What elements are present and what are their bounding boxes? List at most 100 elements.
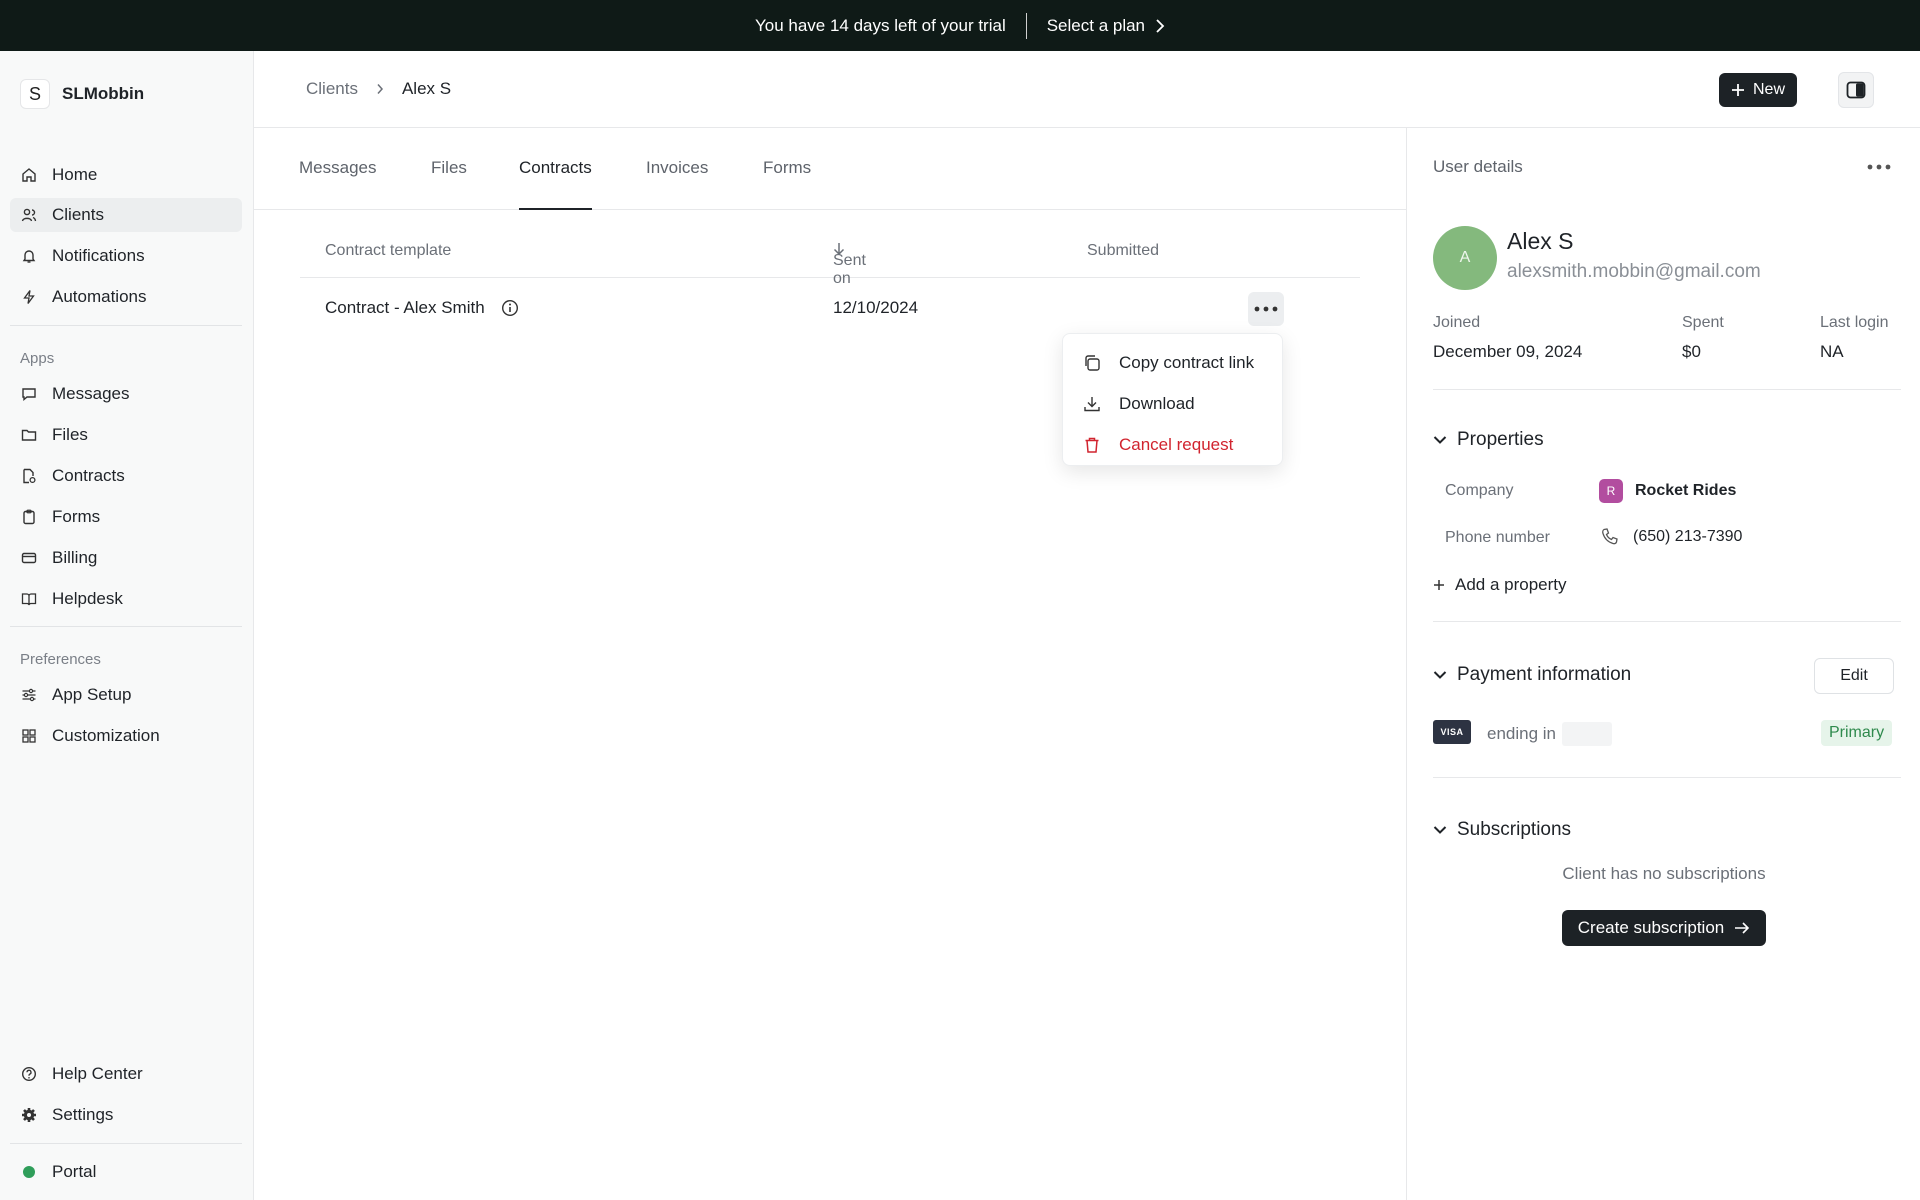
breadcrumb-current: Alex S	[401, 79, 452, 98]
cancel-request-menu-item[interactable]: Cancel request	[1063, 424, 1282, 465]
subscriptions-section-toggle[interactable]: Subscriptions	[1433, 819, 1571, 841]
sidebar-item-label: Portal	[52, 1162, 97, 1181]
info-icon[interactable]	[501, 299, 519, 317]
sidebar-item-forms[interactable]: Forms	[10, 500, 242, 534]
users-icon	[20, 206, 38, 224]
copy-contract-link-label: Copy contract link	[1119, 352, 1255, 372]
download-menu-item[interactable]: Download	[1063, 383, 1282, 424]
select-plan-label: Select a plan	[1046, 15, 1146, 35]
brand[interactable]: S SLMobbin	[20, 79, 144, 109]
bell-icon	[20, 247, 38, 265]
card-icon	[20, 549, 38, 567]
more-horizontal-icon	[1254, 306, 1278, 312]
panel-more-button[interactable]	[1859, 152, 1899, 182]
tab-contracts[interactable]: Contracts	[519, 158, 592, 210]
status-dot-icon	[20, 1163, 38, 1181]
panel-divider	[1433, 777, 1901, 778]
plus-icon	[1731, 84, 1744, 96]
panel-divider	[1433, 389, 1901, 390]
add-property-button[interactable]: Add a property	[1433, 575, 1567, 595]
company-badge: R	[1599, 479, 1623, 503]
table-row[interactable]: Contract - Alex Smith 12/10/2024	[300, 278, 1360, 340]
tab-invoices[interactable]: Invoices	[646, 158, 708, 210]
column-header-submitted: Submitted	[1087, 242, 1160, 259]
sidebar-item-files[interactable]: Files	[10, 418, 242, 452]
sent-on-cell: 12/10/2024	[833, 298, 919, 317]
sidebar-item-app-setup[interactable]: App Setup	[10, 678, 242, 712]
sidebar-item-label: Forms	[52, 507, 101, 526]
breadcrumb-clients[interactable]: Clients	[306, 79, 358, 99]
trial-banner: You have 14 days left of your trial Sele…	[0, 0, 1920, 51]
chevron-down-icon	[1433, 671, 1447, 679]
sidebar: S SLMobbin Home Clients Notifications Au…	[0, 51, 254, 1200]
last-login-value: NA	[1820, 342, 1844, 361]
card-ending: ending in	[1487, 722, 1613, 746]
primary-badge: Primary	[1821, 720, 1893, 746]
tab-files[interactable]: Files	[431, 158, 467, 210]
chevron-right-icon	[377, 84, 383, 94]
payment-section-toggle[interactable]: Payment information	[1433, 664, 1631, 686]
sidebar-item-portal[interactable]: Portal	[10, 1155, 242, 1189]
sidebar-item-settings[interactable]: Settings	[10, 1098, 242, 1132]
create-subscription-label: Create subscription	[1577, 918, 1725, 937]
arrow-right-icon	[1735, 922, 1750, 934]
home-icon	[20, 166, 38, 184]
sidebar-item-label: Clients	[52, 205, 104, 224]
page-header: Clients Alex S New	[254, 51, 1920, 128]
sliders-icon	[20, 686, 38, 704]
new-button[interactable]: New	[1719, 73, 1797, 107]
sidebar-item-label: Contracts	[52, 466, 125, 485]
brand-logo: S	[20, 79, 50, 109]
download-label: Download	[1119, 393, 1195, 413]
bolt-icon	[20, 288, 38, 306]
panel-toggle-button[interactable]	[1838, 72, 1874, 108]
sidebar-item-helpdesk[interactable]: Helpdesk	[10, 582, 242, 616]
phone-value[interactable]: (650) 213-7390	[1599, 527, 1742, 547]
sidebar-item-clients[interactable]: Clients	[10, 198, 242, 232]
sidebar-item-label: Messages	[52, 384, 130, 403]
tab-bar: Messages Files Contracts Invoices Forms	[254, 128, 1406, 210]
joined-label: Joined	[1433, 314, 1481, 331]
contract-name: Contract - Alex Smith	[325, 298, 485, 317]
ending-label: ending in	[1487, 724, 1557, 743]
edit-payment-button[interactable]: Edit	[1814, 658, 1894, 694]
tab-messages[interactable]: Messages	[299, 158, 376, 210]
sidebar-item-label: Home	[52, 165, 98, 184]
sidebar-item-messages[interactable]: Messages	[10, 377, 242, 411]
joined-value: December 09, 2024	[1433, 342, 1583, 361]
sidebar-item-label: Billing	[52, 548, 98, 567]
panel-title: User details	[1433, 157, 1523, 176]
copy-contract-link-menu-item[interactable]: Copy contract link	[1063, 342, 1282, 383]
company-name: Rocket Rides	[1635, 482, 1737, 499]
no-subscriptions-text: Client has no subscriptions	[1562, 864, 1766, 883]
select-plan-link[interactable]: Select a plan	[1047, 16, 1165, 36]
properties-section-toggle[interactable]: Properties	[1433, 429, 1544, 451]
sidebar-item-notifications[interactable]: Notifications	[10, 239, 242, 273]
sidebar-divider	[10, 1143, 242, 1144]
contract-icon	[20, 467, 38, 485]
company-value[interactable]: R Rocket Rides	[1599, 479, 1736, 503]
sidebar-item-label: Automations	[52, 287, 147, 306]
sidebar-item-billing[interactable]: Billing	[10, 541, 242, 575]
row-actions-button[interactable]	[1248, 292, 1284, 326]
sidebar-item-home[interactable]: Home	[10, 158, 242, 192]
sidebar-item-contracts[interactable]: Contracts	[10, 459, 242, 493]
clipboard-icon	[20, 508, 38, 526]
tab-forms[interactable]: Forms	[763, 158, 811, 210]
sidebar-item-help-center[interactable]: Help Center	[10, 1057, 242, 1091]
sidebar-item-label: Help Center	[52, 1064, 143, 1083]
sidebar-item-automations[interactable]: Automations	[10, 280, 242, 314]
sidebar-item-customization[interactable]: Customization	[10, 719, 242, 753]
column-header-sent-on[interactable]: Sent on	[833, 242, 866, 287]
sidebar-item-label: Customization	[52, 726, 160, 745]
phone-label: Phone number	[1445, 529, 1550, 546]
sidebar-item-label: Files	[52, 425, 88, 444]
user-name: Alex S	[1507, 228, 1574, 254]
breadcrumb: Clients Alex S	[306, 79, 451, 99]
visa-card-icon: VISA	[1433, 720, 1471, 744]
brand-name: SLMobbin	[62, 84, 145, 103]
contract-template-cell: Contract - Alex Smith	[325, 298, 519, 318]
book-icon	[20, 590, 38, 608]
create-subscription-button[interactable]: Create subscription	[1562, 910, 1766, 946]
sidebar-panel-icon	[1846, 81, 1866, 99]
